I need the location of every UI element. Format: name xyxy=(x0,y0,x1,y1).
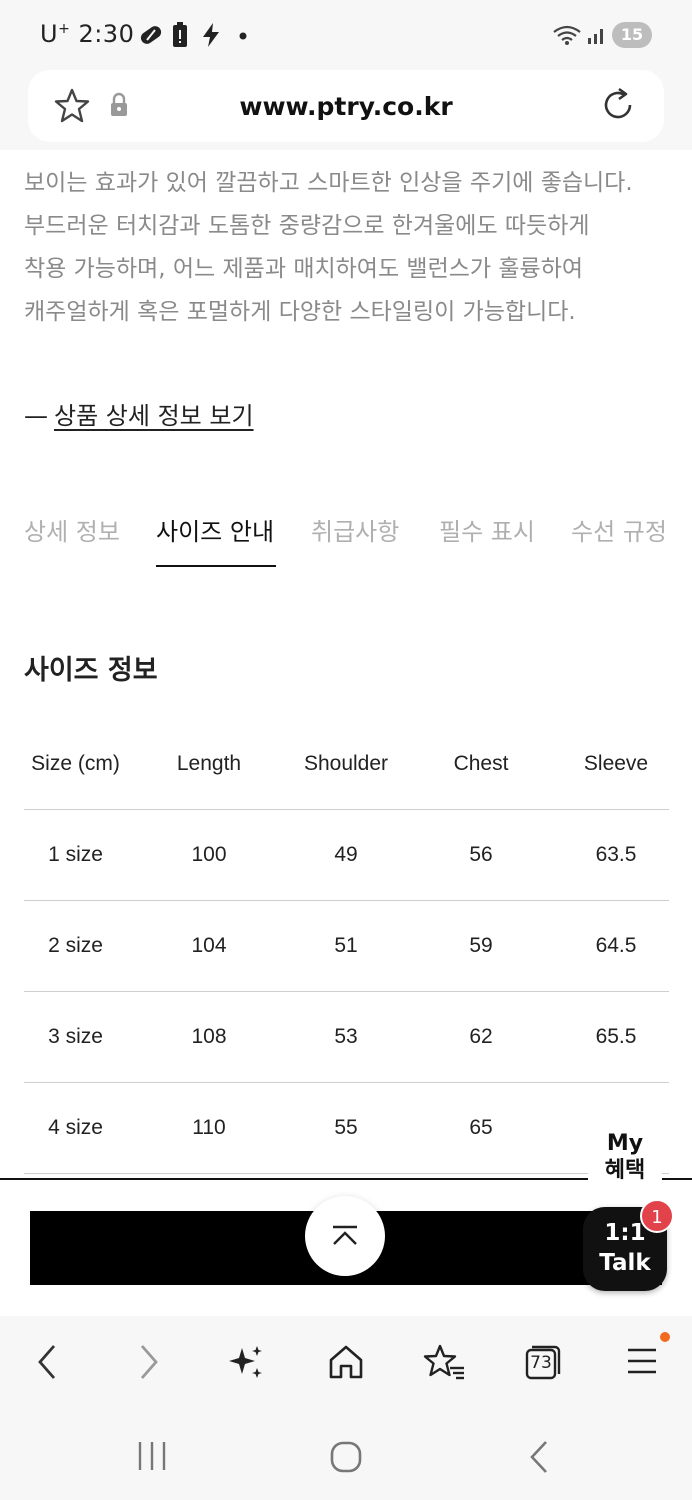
battery-level: 15 xyxy=(612,22,652,48)
cell-chest: 59 xyxy=(469,934,493,957)
clock: 2:30 xyxy=(78,20,135,48)
table-row: 3 size 108 53 62 65.5 xyxy=(24,992,669,1083)
size-table: Size (cm) Length Shoulder Chest Sleeve 1… xyxy=(24,718,669,1174)
tab-count: 73 xyxy=(530,1353,552,1373)
carrier-name: U xyxy=(40,20,59,48)
description-line: 착용 가능하며, 어느 제품과 매치하여도 밸런스가 훌륭하여 xyxy=(24,256,584,282)
cell-sleeve: 63.5 xyxy=(595,843,637,866)
cell-size: 1 size xyxy=(48,843,103,866)
back-nav-icon[interactable] xyxy=(526,1440,552,1474)
cell-shoulder: 55 xyxy=(334,1116,358,1139)
tab-required-labels[interactable]: 필수 표시 xyxy=(439,512,535,547)
signal-icon xyxy=(588,29,603,44)
system-nav-bar xyxy=(0,1410,692,1500)
sparkle-icon[interactable] xyxy=(226,1342,266,1382)
pill-icon xyxy=(140,26,162,44)
address-bar[interactable]: www.ptry.co.kr xyxy=(28,70,664,142)
active-tab-indicator xyxy=(156,565,276,567)
cell-size: 3 size xyxy=(48,1025,103,1048)
product-detail-link[interactable]: — 상품 상세 정보 보기 xyxy=(24,396,254,431)
back-icon[interactable] xyxy=(32,1342,62,1382)
tabs-icon[interactable]: 73 xyxy=(524,1344,562,1382)
tab-detail-info[interactable]: 상세 정보 xyxy=(24,512,120,547)
description-line: 보이는 효과가 있어 깔끔하고 스마트한 인상을 주기에 좋습니다. xyxy=(24,170,633,196)
cell-length: 110 xyxy=(192,1116,226,1139)
table-row: 1 size 100 49 56 63.5 xyxy=(24,810,669,901)
header-chest: Chest xyxy=(453,751,509,775)
info-tabs: 상세 정보 사이즈 안내 취급사항 필수 표시 수선 규정 xyxy=(0,512,692,572)
cell-length: 100 xyxy=(191,843,227,866)
url-text[interactable]: www.ptry.co.kr xyxy=(28,92,664,121)
reload-icon[interactable] xyxy=(598,85,638,125)
talk-line2: Talk xyxy=(599,1250,651,1276)
header-sleeve: Sleeve xyxy=(583,751,649,775)
cell-shoulder: 51 xyxy=(334,934,358,957)
product-description: 보이는 효과가 있어 깔끔하고 스마트한 인상을 주기에 좋습니다. 부드러운 … xyxy=(24,162,684,334)
cell-sleeve: 65.5 xyxy=(595,1025,637,1048)
cell-length: 108 xyxy=(191,1025,227,1048)
size-info-title: 사이즈 정보 xyxy=(24,655,158,686)
bolt-icon xyxy=(203,23,219,47)
my-benefit-line2: 혜택 xyxy=(604,1158,646,1183)
link-dash: — xyxy=(24,402,48,430)
browser-toolbar: 73 xyxy=(0,1316,692,1410)
my-benefit-button[interactable]: My 혜택 xyxy=(588,1126,662,1186)
table-row: 4 size 110 55 65 xyxy=(24,1083,669,1174)
cell-chest: 62 xyxy=(469,1025,493,1048)
status-bar: U+ 2:30 15 xyxy=(0,0,692,70)
recent-apps-icon[interactable] xyxy=(136,1440,168,1472)
cell-chest: 56 xyxy=(469,843,493,866)
header-length: Length xyxy=(176,751,242,775)
header-shoulder: Shoulder xyxy=(303,751,389,775)
menu-icon[interactable] xyxy=(626,1342,658,1382)
scroll-top-icon xyxy=(333,1225,357,1245)
tab-care[interactable]: 취급사항 xyxy=(311,512,399,547)
my-benefit-line1: My xyxy=(606,1131,644,1156)
forward-icon[interactable] xyxy=(134,1342,164,1382)
detail-link-text[interactable]: 상품 상세 정보 보기 xyxy=(54,402,254,430)
dot-icon xyxy=(239,32,247,40)
wifi-icon xyxy=(553,25,581,45)
browser-url-area: www.ptry.co.kr xyxy=(0,70,692,150)
tab-size-guide[interactable]: 사이즈 안내 xyxy=(156,512,274,547)
battery-alert-icon xyxy=(173,22,187,47)
cell-sleeve: 64.5 xyxy=(595,934,637,957)
cell-shoulder: 53 xyxy=(334,1025,358,1048)
status-carrier-time: U+ 2:30 xyxy=(40,20,134,48)
carrier-sup: + xyxy=(58,21,71,37)
talk-notification-badge: 1 xyxy=(640,1199,674,1233)
description-line: 캐주얼하게 혹은 포멀하게 다양한 스타일링이 가능합니다. xyxy=(24,299,576,325)
home-nav-icon[interactable] xyxy=(329,1440,363,1474)
cell-shoulder: 49 xyxy=(334,843,358,866)
cell-chest: 65 xyxy=(469,1116,493,1139)
tab-repair-policy[interactable]: 수선 규정 xyxy=(571,512,667,547)
description-line: 부드러운 터치감과 도톰한 중량감으로 한겨울에도 따듯하게 xyxy=(24,213,590,239)
table-row: 2 size 104 51 59 64.5 xyxy=(24,901,669,992)
cell-size: 2 size xyxy=(48,934,103,957)
home-icon[interactable] xyxy=(326,1342,366,1382)
table-header-row: Size (cm) Length Shoulder Chest Sleeve xyxy=(24,718,669,810)
cell-length: 104 xyxy=(191,934,227,957)
bookmarks-icon[interactable] xyxy=(422,1342,466,1382)
cell-size: 4 size xyxy=(48,1116,103,1139)
scroll-top-button[interactable] xyxy=(305,1196,385,1276)
menu-notification-dot xyxy=(660,1332,670,1342)
header-size: Size (cm) xyxy=(31,751,120,775)
